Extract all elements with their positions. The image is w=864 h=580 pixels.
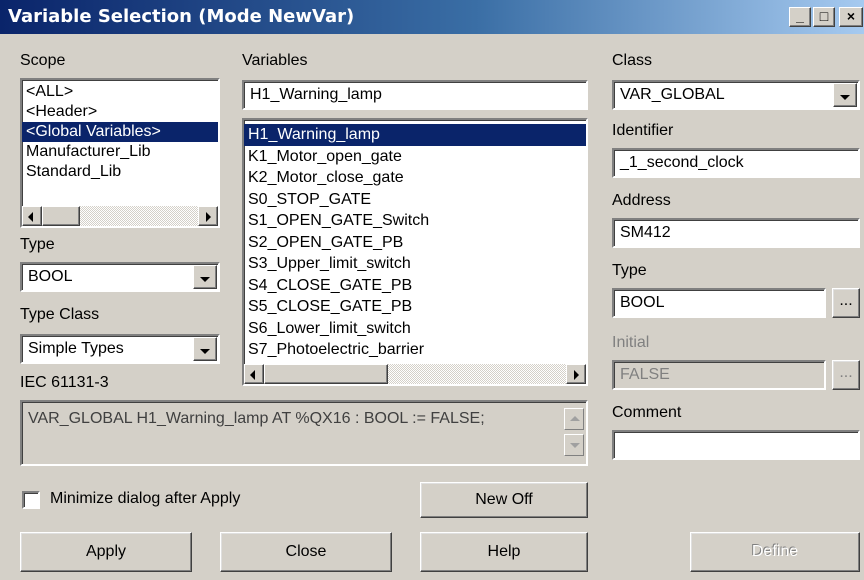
identifier-value: _1_second_clock [620,154,744,171]
variable-item[interactable]: K2_Motor_close_gate [244,167,586,189]
scope-item-all[interactable]: <ALL> [22,82,218,102]
variable-item[interactable]: H1_Warning_lamp [244,124,586,146]
address-value: SM412 [620,224,671,241]
scope-item-standard-lib[interactable]: Standard_Lib [22,162,218,182]
address-label: Address [612,192,671,209]
scroll-left-icon[interactable] [22,206,42,226]
address-input[interactable]: SM412 [612,218,860,248]
close-window-button[interactable]: × [839,7,863,27]
minimize-after-apply-checkbox[interactable] [22,491,40,509]
iec-declaration-box: VAR_GLOBAL H1_Warning_lamp AT %QX16 : BO… [20,400,588,466]
new-off-button[interactable]: New Off [420,482,588,518]
type-filter-value: BOOL [28,268,73,285]
type-input[interactable]: BOOL [612,288,826,318]
comment-input[interactable] [612,430,860,460]
chevron-down-icon[interactable] [833,83,857,107]
variables-filter-input[interactable]: H1_Warning_lamp [242,80,588,110]
initial-label: Initial [612,334,650,351]
variable-item[interactable]: S0_STOP_GATE [244,189,586,211]
variable-item[interactable]: S4_CLOSE_GATE_PB [244,275,586,297]
comment-label: Comment [612,404,682,421]
variables-label: Variables [242,52,308,69]
variables-hscrollbar[interactable] [244,364,586,384]
type-filter-dropdown[interactable]: BOOL [20,262,220,292]
maximize-button[interactable]: □ [813,7,835,27]
type-filter-label: Type [20,236,55,253]
type-class-label: Type Class [20,306,100,323]
minimize-after-apply-label: Minimize dialog after Apply [50,490,241,507]
scroll-right-icon[interactable] [198,206,218,226]
scope-item-header[interactable]: <Header> [22,102,218,122]
initial-value: FALSE [620,366,670,383]
variable-item[interactable]: S1_OPEN_GATE_Switch [244,210,586,232]
variable-item[interactable]: S2_OPEN_GATE_PB [244,232,586,254]
minimize-button[interactable]: _ [789,7,811,27]
variables-filter-value: H1_Warning_lamp [250,86,382,103]
variable-item[interactable]: S7_Photoelectric_barrier [244,339,586,361]
variable-item[interactable]: S3_Upper_limit_switch [244,253,586,275]
scroll-right-icon[interactable] [566,364,586,384]
type-value: BOOL [620,294,665,311]
class-label: Class [612,52,653,69]
initial-browse-button: ... [832,360,860,390]
type-class-value: Simple Types [28,340,124,357]
scroll-down-icon[interactable] [564,434,584,456]
identifier-label: Identifier [612,122,674,139]
chevron-down-icon[interactable] [193,337,217,361]
identifier-input[interactable]: _1_second_clock [612,148,860,178]
apply-button[interactable]: Apply [20,532,192,572]
scope-hscrollbar[interactable] [22,206,218,226]
variables-scroll-thumb[interactable] [264,364,388,384]
variable-item[interactable]: K1_Motor_open_gate [244,146,586,168]
scope-scroll-thumb[interactable] [42,206,80,226]
type-class-dropdown[interactable]: Simple Types [20,334,220,364]
close-button[interactable]: Close [220,532,392,572]
scope-label: Scope [20,52,66,69]
chevron-down-icon[interactable] [193,265,217,289]
scope-item-manufacturer-lib[interactable]: Manufacturer_Lib [22,142,218,162]
class-dropdown[interactable]: VAR_GLOBAL [612,80,860,110]
define-button: Define [690,532,860,572]
variable-item[interactable]: S5_CLOSE_GATE_PB [244,296,586,318]
type-browse-button[interactable]: ... [832,288,860,318]
scope-list[interactable]: <ALL> <Header> <Global Variables> Manufa… [20,78,220,228]
variables-list[interactable]: H1_Warning_lamp K1_Motor_open_gate K2_Mo… [242,118,588,386]
type-label: Type [612,262,647,279]
scroll-up-icon[interactable] [564,408,584,430]
scroll-left-icon[interactable] [244,364,264,384]
iec-declaration-text: VAR_GLOBAL H1_Warning_lamp AT %QX16 : BO… [28,410,485,427]
help-button[interactable]: Help [420,532,588,572]
variable-item[interactable]: S6_Lower_limit_switch [244,318,586,340]
initial-input: FALSE [612,360,826,390]
class-value: VAR_GLOBAL [620,86,725,103]
scope-item-global-variables[interactable]: <Global Variables> [22,122,218,142]
iec-label: IEC 61131-3 [20,374,109,391]
window-title: Variable Selection (Mode NewVar) [8,6,355,27]
